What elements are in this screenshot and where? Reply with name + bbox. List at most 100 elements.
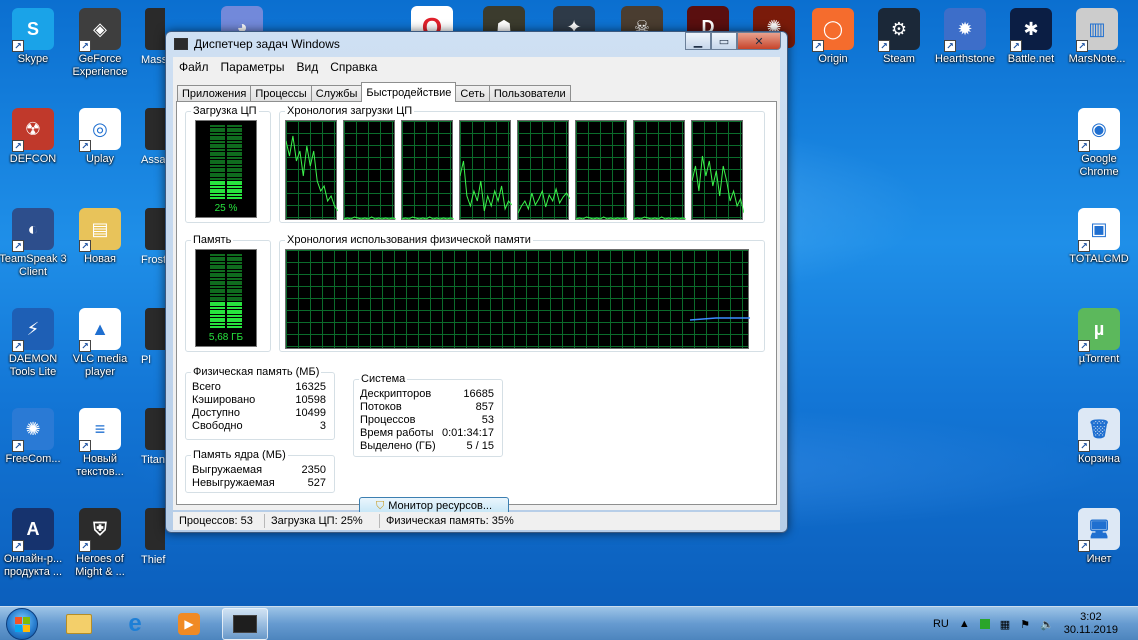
expand-tray-icon[interactable]: ▲: [959, 618, 970, 630]
shield-icon: ⛉: [375, 499, 385, 512]
memory-meter-value: 5,68 ГБ: [208, 332, 244, 343]
desktop-icon[interactable]: ✹ ↗ Hearthstone: [931, 8, 999, 66]
stat-value: 10598: [295, 394, 326, 406]
menu-help[interactable]: Справка: [330, 60, 377, 74]
desktop-icon[interactable]: ◈ ↗ GeForce Experience: [66, 8, 134, 79]
tab-network[interactable]: Сеть: [455, 85, 490, 102]
tab-applications[interactable]: Приложения: [177, 85, 252, 102]
desktop-icon-label: DAEMON Tools Lite: [8, 353, 58, 378]
desktop-icon[interactable]: ▲ ↗ VLC media player: [66, 308, 134, 379]
cpu-core-line: [344, 216, 396, 220]
desktop-icon[interactable]: ≡ ↗ Новый текстов...: [66, 408, 134, 479]
window-title-bar[interactable]: Диспетчер задач Windows: [174, 37, 340, 51]
shortcut-arrow-icon: ↗: [79, 40, 91, 52]
stat-label: Свободно: [192, 420, 243, 432]
app-icon: ◎ ↗: [79, 108, 121, 152]
stat-value: 3: [319, 420, 326, 432]
desktop-icon[interactable]: ▤ ↗ Новая: [66, 208, 134, 266]
shortcut-arrow-icon: ↗: [1078, 140, 1090, 152]
desktop-icon[interactable]: 🖥 ↗ Инет: [1065, 508, 1133, 566]
shortcut-arrow-icon: ↗: [79, 540, 91, 552]
desktop-icon[interactable]: ✺ ↗ FreeCom...: [0, 408, 67, 466]
stat-row: Кэшировано 10598: [192, 394, 326, 407]
stat-row: Выделено (ГБ) 5 / 15: [360, 440, 494, 453]
stat-row: Потоков 857: [360, 401, 494, 414]
stat-label: Кэшировано: [192, 394, 256, 406]
desktop-icon[interactable]: ◉ ↗ Google Chrome: [1065, 108, 1133, 179]
volume-icon[interactable]: 🔈: [1040, 618, 1054, 631]
close-button[interactable]: ✕: [737, 32, 781, 50]
folder-icon: [66, 614, 92, 634]
start-button[interactable]: [6, 608, 38, 640]
internet-explorer-icon: e: [128, 610, 142, 637]
stat-label: Доступно: [192, 407, 241, 419]
menu-options[interactable]: Параметры: [221, 60, 285, 74]
memory-meter-bars: [210, 254, 242, 328]
desktop-icon[interactable]: ⚡ ↗ DAEMON Tools Lite: [0, 308, 67, 379]
desktop-icon[interactable]: ✱ ↗ Battle.net: [997, 8, 1065, 66]
task-manager-window[interactable]: Диспетчер задач Windows ▁ ▭ ✕ Файл Парам…: [165, 31, 788, 533]
resource-icon[interactable]: [979, 619, 990, 629]
stat-value: 16685: [463, 388, 494, 400]
clock[interactable]: 3:02 30.11.2019: [1064, 611, 1118, 637]
status-memory: Физическая память: 35%: [386, 515, 514, 527]
desktop-icon[interactable]: ☢ ↗ DEFCON: [0, 108, 67, 166]
desktop-icon[interactable]: ⛨ ↗ Heroes of Might & ...: [66, 508, 134, 579]
desktop-icon[interactable]: ◎ ↗ Uplay: [66, 108, 134, 166]
desktop-icon-label: Uplay: [85, 153, 115, 165]
desktop-icon-label: Steam: [883, 53, 915, 65]
taskbar-media-player[interactable]: ▶: [166, 608, 212, 640]
desktop-icon[interactable]: ⚙ ↗ Steam: [865, 8, 933, 66]
tab-processes[interactable]: Процессы: [250, 85, 312, 102]
menu-file[interactable]: Файл: [179, 60, 209, 74]
cpu-meter-value: 25 %: [214, 203, 238, 214]
taskbar-internet-explorer[interactable]: e: [112, 608, 158, 640]
taskbar-task-manager[interactable]: [222, 608, 268, 640]
stat-row: Невыгружаемая 527: [192, 477, 326, 490]
desktop-icon[interactable]: ◯ ↗ Origin: [799, 8, 867, 66]
tab-performance[interactable]: Быстродействие: [361, 82, 457, 102]
stat-value: 10499: [295, 407, 326, 419]
menu-view[interactable]: Вид: [296, 60, 318, 74]
flag-icon[interactable]: ⚑: [1020, 618, 1030, 631]
kernel-memory-group: Память ядра (МБ) Выгружаемая 2350 Невыгруж…: [185, 449, 335, 493]
taskbar-explorer[interactable]: [56, 608, 102, 640]
cpu-core-graph: [517, 120, 570, 220]
desktop-icon[interactable]: 🗑 ↗ Корзина: [1065, 408, 1133, 466]
desktop-icon-label: Heroes of Might & ...: [75, 553, 125, 578]
maximize-button[interactable]: ▭: [711, 32, 737, 50]
performance-panel: Загрузка ЦП 25 % Хронология загрузки ЦП …: [176, 101, 777, 515]
desktop-icon-label: Новый текстов...: [76, 453, 124, 478]
desktop-icon-label: Google Chrome: [1079, 153, 1119, 178]
app-icon: ◯ ↗: [812, 8, 854, 52]
partial-desktop-label: Frost: [141, 254, 167, 266]
partial-app-icon: [145, 308, 165, 350]
status-cpu: Загрузка ЦП: 25%: [265, 514, 380, 528]
app-icon: ▥ ↗: [1076, 8, 1118, 52]
desktop-icon[interactable]: µ ↗ µTorrent: [1065, 308, 1133, 366]
desktop-icon[interactable]: ▥ ↗ MarsNote...: [1063, 8, 1131, 66]
cpu-core-line: [286, 135, 338, 212]
stat-value: 53: [481, 414, 494, 426]
meter-segment: [210, 325, 242, 328]
desktop-icon[interactable]: ◐ ↗ TeamSpeak 3 Client: [0, 208, 67, 279]
desktop-icon[interactable]: ▣ ↗ TOTALCMD: [1065, 208, 1133, 266]
tab-services[interactable]: Службы: [310, 85, 363, 102]
cpu-meter: 25 %: [195, 120, 257, 218]
stat-value: 527: [307, 477, 326, 489]
cpu-core-graph: [459, 120, 512, 220]
desktop-icon-label: Инет: [1086, 553, 1112, 565]
shortcut-arrow-icon: ↗: [79, 440, 91, 452]
desktop-icon[interactable]: S ↗ Skype: [0, 8, 67, 66]
desktop-icon[interactable]: A ↗ Онлайн-р... продукта ...: [0, 508, 67, 579]
shortcut-arrow-icon: ↗: [1076, 40, 1088, 52]
desktop-icon-label: MarsNote...: [1068, 53, 1126, 65]
network-icon[interactable]: ▦: [1000, 618, 1010, 631]
stat-row: Процессов 53: [360, 414, 494, 427]
shortcut-arrow-icon: ↗: [12, 140, 24, 152]
minimize-button[interactable]: ▁: [685, 32, 711, 50]
desktop-icon-label: Онлайн-р... продукта ...: [3, 553, 63, 578]
tab-users[interactable]: Пользователи: [488, 85, 571, 102]
clock-date: 30.11.2019: [1063, 624, 1118, 636]
language-indicator[interactable]: RU: [933, 618, 949, 630]
